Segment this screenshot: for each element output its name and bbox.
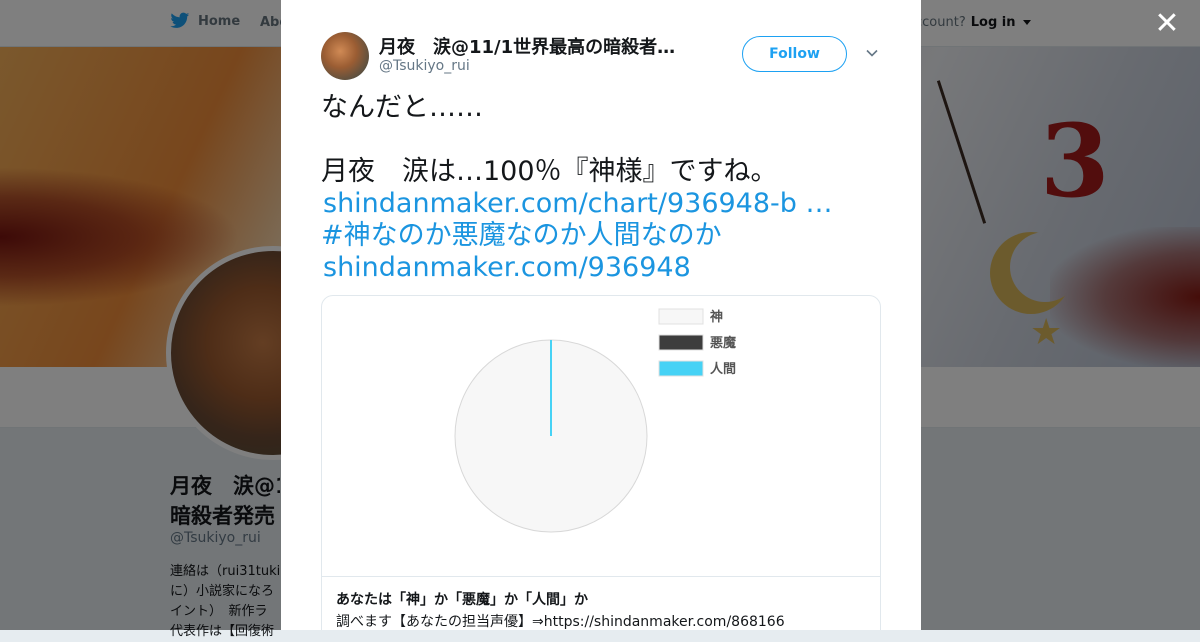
- tweet-text: なんだと…… 月夜 涙は…100％『神様』ですね。 shindanmaker.c…: [321, 92, 881, 284]
- chevron-down-icon[interactable]: [865, 46, 879, 60]
- pie-chart: 神悪魔人間: [454, 308, 736, 533]
- legend-label-1: 神: [710, 309, 723, 325]
- tweet-link-chart[interactable]: shindanmaker.com/chart/936948-b …: [321, 188, 881, 220]
- author-name[interactable]: 月夜 涙@11/1世界最高の暗殺者発…: [379, 33, 689, 59]
- legend-swatch-1: [658, 308, 704, 325]
- legend-swatch-2: [658, 334, 704, 351]
- follow-button[interactable]: Follow: [742, 36, 847, 72]
- tweet-link-shindan[interactable]: shindanmaker.com/936948: [321, 252, 881, 284]
- close-icon[interactable]: ✕: [1153, 9, 1181, 39]
- tweet-line-1: なんだと……: [321, 92, 483, 123]
- card-info: あなたは「神」か「悪魔」か「人間」か 調べます【あなたの担当声優】⇒https:…: [322, 576, 880, 630]
- card-description: 調べます【あなたの担当声優】⇒https://shindanmaker.com/…: [336, 614, 785, 630]
- card-title: あなたは「神」か「悪魔」か「人間」か: [336, 592, 588, 608]
- legend-swatch-3: [658, 360, 704, 377]
- legend-label-3: 人間: [710, 361, 736, 377]
- tweet-modal: 月夜 涙@11/1世界最高の暗殺者発… @Tsukiyo_rui Follow …: [281, 0, 921, 630]
- author-handle[interactable]: @Tsukiyo_rui: [379, 58, 470, 74]
- tweet-hashtag[interactable]: #神なのか悪魔なのか人間なのか: [321, 220, 881, 252]
- tweet-line-2: 月夜 涙は…100％『神様』ですね。: [321, 156, 778, 187]
- legend-label-2: 悪魔: [710, 335, 736, 351]
- link-card[interactable]: 神悪魔人間 あなたは「神」か「悪魔」か「人間」か 調べます【あなたの担当声優】⇒…: [321, 295, 881, 630]
- author-avatar[interactable]: [321, 32, 369, 80]
